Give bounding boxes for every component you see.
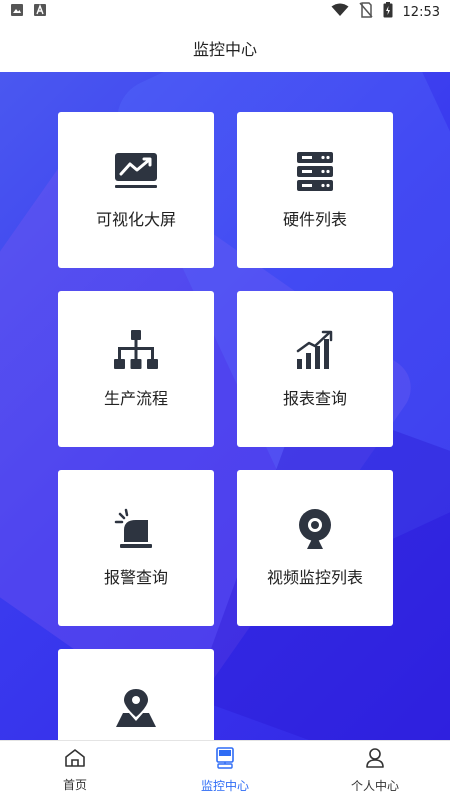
card-label: 报警查询 bbox=[103, 568, 168, 587]
card-location-map[interactable] bbox=[58, 649, 214, 740]
dashboard-trend-icon bbox=[113, 148, 159, 194]
card-label: 生产流程 bbox=[103, 389, 168, 408]
growth-chart-icon bbox=[292, 327, 338, 373]
status-left bbox=[10, 3, 46, 21]
map-pin-icon bbox=[113, 685, 159, 731]
no-sim-icon bbox=[358, 2, 373, 22]
card-production-flow[interactable]: 生产流程 bbox=[58, 291, 214, 447]
nav-item-monitor-center[interactable]: 监控中心 bbox=[150, 747, 300, 794]
bottom-nav: 首页 监控中心 个人中心 bbox=[0, 740, 450, 800]
nav-label: 个人中心 bbox=[350, 779, 399, 793]
card-hardware-list[interactable]: 硬件列表 bbox=[237, 112, 393, 268]
user-icon bbox=[365, 747, 385, 773]
card-report-query[interactable]: 报表查询 bbox=[237, 291, 393, 447]
webcam-icon bbox=[292, 506, 338, 552]
card-visual-dashboard[interactable]: 可视化大屏 bbox=[58, 112, 214, 268]
status-right: 12:53 bbox=[331, 2, 440, 22]
card-label: 硬件列表 bbox=[282, 210, 347, 229]
card-label: 视频监控列表 bbox=[266, 568, 363, 587]
image-icon bbox=[10, 3, 24, 21]
clock: 12:53 bbox=[402, 4, 440, 20]
page-title: 监控中心 bbox=[192, 40, 257, 59]
nav-item-personal-center[interactable]: 个人中心 bbox=[300, 747, 450, 794]
card-label: 报表查询 bbox=[282, 389, 347, 408]
status-bar: 12:53 bbox=[0, 0, 450, 24]
card-alarm-query[interactable]: 报警查询 bbox=[58, 470, 214, 626]
nav-item-home[interactable]: 首页 bbox=[0, 748, 150, 793]
title-bar: 监控中心 bbox=[0, 24, 450, 72]
card-label: 可视化大屏 bbox=[95, 210, 176, 229]
card-video-monitor-list[interactable]: 视频监控列表 bbox=[237, 470, 393, 626]
nav-label: 监控中心 bbox=[200, 779, 249, 793]
hierarchy-icon bbox=[113, 327, 159, 373]
alarm-beacon-icon bbox=[113, 506, 159, 552]
wifi-icon bbox=[331, 3, 349, 21]
nav-label: 首页 bbox=[62, 778, 87, 792]
content-area: 可视化大屏 硬件列表 生产流程 报表查询 报警查询 视频监控列表 bbox=[0, 72, 450, 740]
server-list-icon bbox=[292, 148, 338, 194]
home-icon bbox=[64, 748, 86, 772]
battery-charging-icon bbox=[383, 2, 393, 22]
monitor-icon bbox=[215, 747, 235, 773]
font-a-icon bbox=[34, 4, 46, 20]
